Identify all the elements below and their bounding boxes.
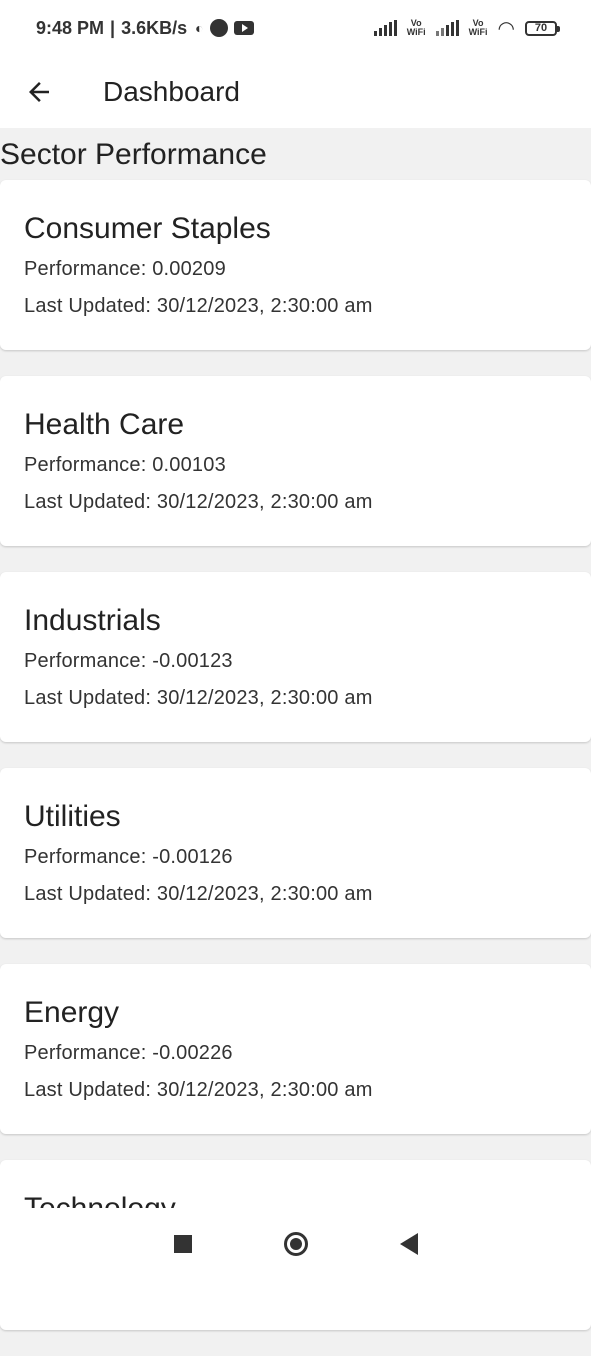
app-bar: Dashboard <box>0 56 591 128</box>
signal-strength-icon-2 <box>435 20 459 36</box>
sector-name: Consumer Staples <box>24 212 271 245</box>
battery-level: 70 <box>534 22 548 34</box>
battery-icon: 70 <box>525 20 560 36</box>
vowifi-icon: Vo WiFi <box>406 18 426 37</box>
youtube-icon <box>233 21 254 35</box>
sector-last-updated: Last Updated: 30/12/2023, 2:30:00 am <box>24 295 373 317</box>
section-title: Sector Performance <box>0 138 267 171</box>
sector-card[interactable]: Utilities Performance: -0.00126 Last Upd… <box>0 768 591 938</box>
signal-strength-icon <box>373 20 397 36</box>
sector-last-updated: Last Updated: 30/12/2023, 2:30:00 am <box>24 883 373 905</box>
sector-name: Industrials <box>24 604 161 637</box>
notification-icons: ◐ <box>195 19 254 37</box>
sector-name: Energy <box>24 996 120 1029</box>
vowifi-icon-2: Vo WiFi <box>468 18 488 37</box>
sector-performance: Performance: 0.00103 <box>24 454 226 476</box>
sector-card[interactable]: Health Care Performance: 0.00103 Last Up… <box>0 376 591 546</box>
status-left: 9:48 PM | 3.6KB/s ◐ <box>36 18 254 39</box>
page-title: Dashboard <box>103 76 240 107</box>
sector-performance: Performance: -0.00126 <box>24 846 233 868</box>
status-separator: | <box>110 17 116 38</box>
status-time: 9:48 PM <box>36 17 105 38</box>
sector-card[interactable]: Consumer Staples Performance: 0.00209 La… <box>0 180 591 350</box>
status-right: Vo WiFi Vo WiFi ◠ 70 <box>373 16 560 41</box>
recents-square-icon[interactable] <box>173 1235 192 1253</box>
sector-name: Health Care <box>24 408 185 441</box>
sector-card[interactable]: Industrials Performance: -0.00123 Last U… <box>0 572 591 742</box>
home-circle-icon[interactable] <box>283 1232 308 1256</box>
sector-performance: Performance: -0.00226 <box>24 1042 233 1064</box>
sector-name: Utilities <box>24 800 121 833</box>
back-triangle-icon[interactable] <box>399 1233 418 1255</box>
status-network-speed: 3.6KB/s <box>121 17 188 38</box>
arrow-back-icon[interactable] <box>0 56 78 128</box>
arrow-back-icon-svg <box>29 82 49 102</box>
sector-last-updated: Last Updated: 30/12/2023, 2:30:00 am <box>24 1079 373 1101</box>
sector-list: Consumer Staples Performance: 0.00209 La… <box>0 180 591 1356</box>
sector-card[interactable]: Energy Performance: -0.00226 Last Update… <box>0 964 591 1134</box>
sector-last-updated: Last Updated: 30/12/2023, 2:30:00 am <box>24 491 373 513</box>
sector-last-updated: Last Updated: 30/12/2023, 2:30:00 am <box>24 687 373 709</box>
sector-performance: Performance: -0.00123 <box>24 650 233 672</box>
status-bar: 9:48 PM | 3.6KB/s ◐ Vo WiFi Vo WiFi ◠ 70 <box>0 0 591 56</box>
wifi-icon: ◠ <box>497 17 515 40</box>
system-nav-bar <box>0 1208 591 1280</box>
notification-dot-icon: ◐ <box>195 20 204 36</box>
sector-performance: Performance: 0.00209 <box>24 258 226 280</box>
app-notification-icon <box>209 19 228 37</box>
